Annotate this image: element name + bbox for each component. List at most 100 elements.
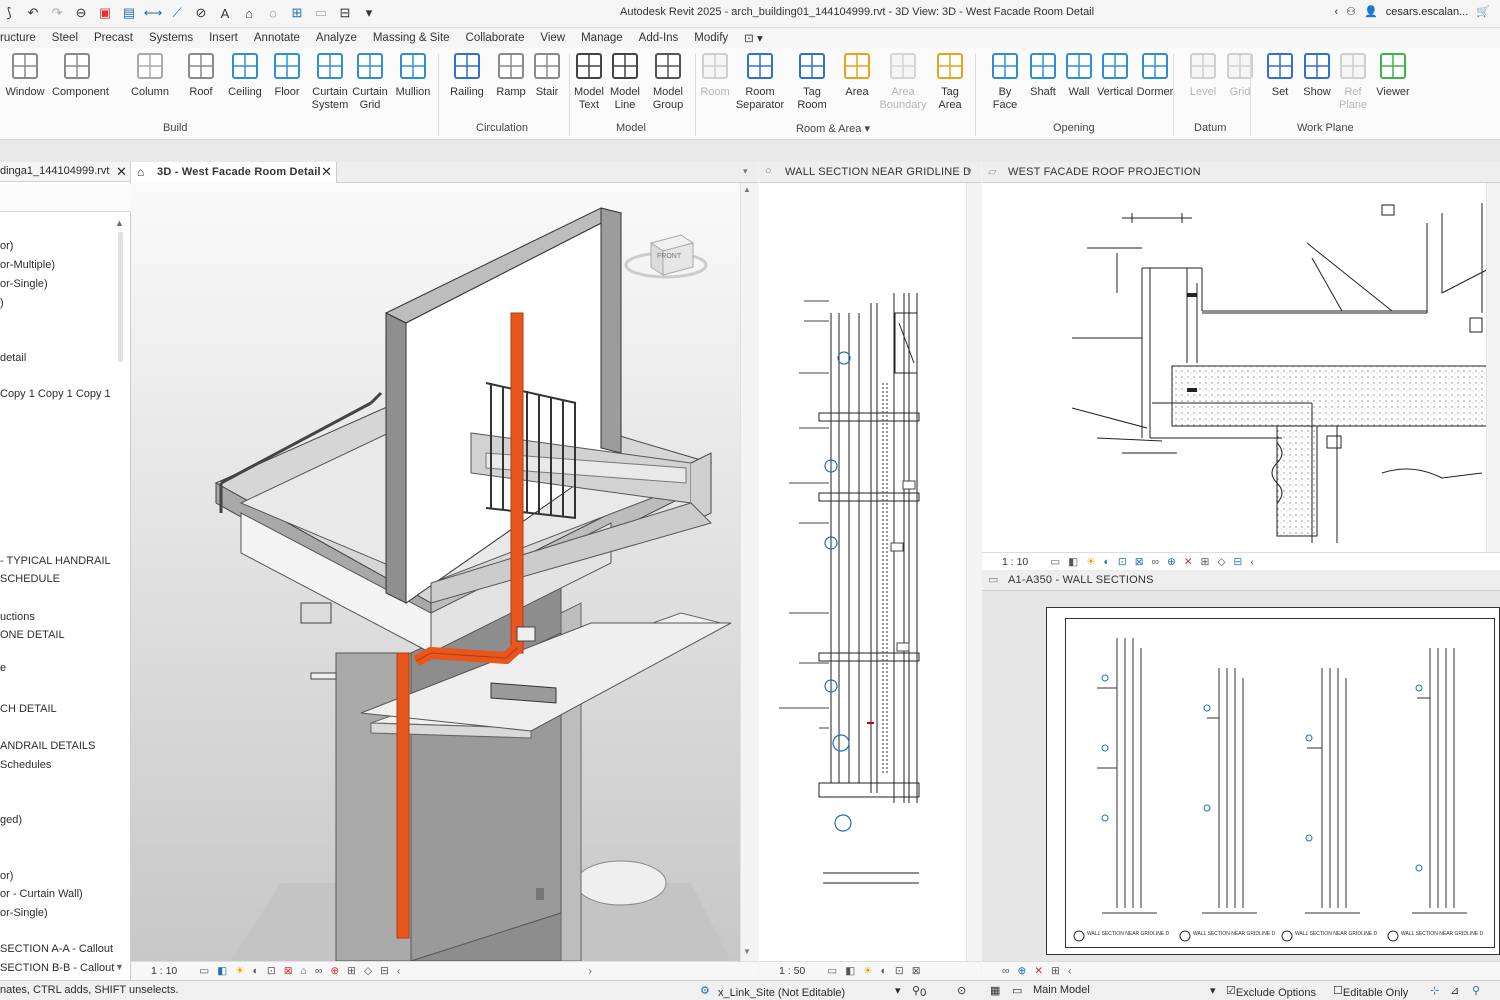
browser-tree-item[interactable]: - TYPICAL HANDRAIL bbox=[0, 555, 111, 567]
wall-section-header[interactable]: ○ WALL SECTION NEAR GRIDLINE D ▾ bbox=[759, 162, 981, 183]
tab-collaborate[interactable]: Collaborate bbox=[458, 32, 533, 44]
wall-section-canvas[interactable] bbox=[759, 183, 966, 961]
browser-tree-item[interactable]: SECTION A-A - Callout bbox=[0, 943, 113, 955]
constraints-icon[interactable]: ⊟ bbox=[380, 965, 389, 977]
browser-scrollbar[interactable] bbox=[118, 232, 123, 362]
window-tile-icon[interactable]: ⊟ bbox=[336, 4, 354, 22]
scroll-left-icon[interactable]: ‹ bbox=[397, 965, 401, 977]
view-menu-icon[interactable]: ▾ bbox=[967, 166, 972, 177]
tab-systems[interactable]: Systems bbox=[141, 32, 201, 44]
area-button[interactable]: Area bbox=[832, 50, 882, 99]
shadows-icon[interactable]: ◐ bbox=[881, 965, 887, 977]
user-icon[interactable]: 👤 bbox=[1364, 5, 1378, 18]
browser-tree-item[interactable]: CH DETAIL bbox=[0, 703, 57, 715]
browser-tree-item[interactable]: ANDRAIL DETAILS bbox=[0, 740, 95, 752]
analytical-icon[interactable]: ⊞ bbox=[1051, 965, 1060, 977]
browser-tree-item[interactable]: uctions bbox=[0, 611, 35, 623]
show-crop-icon[interactable]: ⊠ bbox=[912, 965, 921, 977]
close-icon[interactable]: ✕ bbox=[116, 164, 127, 180]
reveal-hidden-icon[interactable]: ⊕ bbox=[330, 965, 339, 977]
worksharing-icon[interactable]: ⊞ bbox=[347, 965, 356, 977]
sheet-canvas[interactable]: WALL SECTION NEAR GRIDLINE D WALL SECTIO… bbox=[982, 591, 1500, 961]
visual-style-icon[interactable]: ◧ bbox=[845, 965, 855, 977]
view-cube[interactable]: FRONT bbox=[621, 223, 711, 283]
save-icon[interactable]: ▣ bbox=[96, 4, 114, 22]
browser-search-area[interactable] bbox=[0, 184, 131, 212]
scale-value[interactable]: 1 : 50 bbox=[779, 965, 805, 977]
close-tab-icon[interactable]: ✕ bbox=[321, 164, 332, 180]
browser-tree-item[interactable]: detail bbox=[0, 352, 26, 364]
tab-modify[interactable]: Modify bbox=[686, 32, 736, 44]
crop-view-icon[interactable]: ⊡ bbox=[895, 965, 904, 977]
browser-tree-item[interactable]: or-Multiple) bbox=[0, 259, 55, 271]
temp-hide-icon[interactable]: ∞ bbox=[315, 965, 323, 977]
redo-icon[interactable]: ↷ bbox=[48, 4, 66, 22]
select-underlay-icon[interactable]: ⊿ bbox=[1450, 984, 1459, 997]
vertical-scrollbar[interactable] bbox=[966, 183, 980, 961]
main-model-icon[interactable]: ▭ bbox=[1012, 984, 1022, 997]
main-model-selector[interactable]: Main Model bbox=[1033, 984, 1090, 996]
editable-only-checkbox[interactable]: ☐ Editable Only bbox=[1333, 984, 1408, 999]
dropdown-icon[interactable]: ▾ bbox=[360, 4, 378, 22]
roof-button[interactable]: Roof bbox=[176, 50, 226, 99]
print-icon[interactable]: ▤ bbox=[120, 4, 138, 22]
tag-area-button[interactable]: Tag Area bbox=[925, 50, 975, 112]
chevron-left-icon[interactable]: ‹ bbox=[1335, 6, 1339, 18]
user-name[interactable]: cesars.escalan... bbox=[1386, 6, 1469, 18]
detail-level-icon[interactable]: ▭ bbox=[199, 965, 209, 977]
worksharing-icon[interactable]: ⊞ bbox=[1201, 556, 1210, 568]
scale-value[interactable]: 1 : 10 bbox=[151, 965, 177, 977]
component-button[interactable]: Component bbox=[52, 50, 109, 99]
lock-view-icon[interactable]: ⌂ bbox=[301, 965, 307, 977]
sun-path-icon[interactable]: ☀ bbox=[863, 965, 872, 977]
browser-tree-item[interactable]: Copy 1 Copy 1 Copy 1 bbox=[0, 388, 111, 400]
lock-view-icon[interactable]: ∞ bbox=[1152, 556, 1160, 568]
crop-view-icon[interactable]: ⊡ bbox=[267, 965, 276, 977]
browser-tree-item[interactable]: ONE DETAIL bbox=[0, 629, 65, 641]
browser-tree-item[interactable]: or) bbox=[0, 870, 13, 882]
model-group-button[interactable]: Model Group bbox=[643, 50, 693, 112]
sync-icon[interactable]: ⊖ bbox=[72, 4, 90, 22]
browser-tree-item[interactable]: or) bbox=[0, 240, 13, 252]
detail-level-icon[interactable]: ▭ bbox=[1050, 556, 1060, 568]
reveal-hidden-icon[interactable]: ⊕ bbox=[1018, 965, 1027, 977]
sun-path-icon[interactable]: ☀ bbox=[235, 965, 244, 977]
visibility-icon[interactable]: ⊘ bbox=[192, 4, 210, 22]
visual-style-icon[interactable]: ◧ bbox=[217, 965, 227, 977]
roof-projection-canvas[interactable] bbox=[982, 183, 1500, 552]
worksharing-icon[interactable]: ✕ bbox=[1034, 965, 1043, 977]
sheet-view-label[interactable]: WALL SECTION NEAR GRIDLINE D bbox=[1193, 931, 1275, 937]
views-icon[interactable]: ⊞ bbox=[288, 4, 306, 22]
browser-tree-item[interactable]: or-Single) bbox=[0, 907, 48, 919]
panel-room-area[interactable]: Room & Area ▾ bbox=[796, 122, 870, 135]
scroll-up-icon[interactable]: ▲ bbox=[743, 185, 751, 194]
room-button[interactable]: Room bbox=[690, 50, 740, 99]
binoculars-icon[interactable]: ⚇ bbox=[1346, 5, 1356, 18]
tab-manage[interactable]: Manage bbox=[573, 32, 631, 44]
sheet-view-label[interactable]: WALL SECTION NEAR GRIDLINE D bbox=[1401, 931, 1483, 937]
workset-dropdown-icon[interactable]: ▾ bbox=[895, 984, 901, 997]
railing-button[interactable]: Railing bbox=[442, 50, 492, 99]
exclude-options-checkbox[interactable]: ☑ Exclude Options bbox=[1226, 984, 1316, 999]
show-crop-icon[interactable]: ⊠ bbox=[284, 965, 293, 977]
sheet-view-header[interactable]: ▭ A1-A350 - WALL SECTIONS bbox=[982, 570, 1500, 591]
shadows-icon[interactable]: ◐ bbox=[1104, 556, 1110, 568]
dropdown-arrow-icon[interactable]: ▾ bbox=[864, 123, 870, 135]
scroll-down-icon[interactable]: ▼ bbox=[115, 962, 124, 972]
close-hidden-icon[interactable]: ▭ bbox=[312, 4, 330, 22]
browser-tree-item[interactable]: Schedules bbox=[0, 759, 51, 771]
area-boundary-button[interactable]: Area Boundary bbox=[878, 50, 928, 112]
vertical-scrollbar[interactable] bbox=[1486, 183, 1500, 552]
cart-icon[interactable]: 🛒 bbox=[1476, 5, 1490, 18]
shadows-icon[interactable]: ◐ bbox=[253, 965, 259, 977]
temp-hide-icon[interactable]: ∞ bbox=[1002, 965, 1010, 977]
tab-view[interactable]: View bbox=[532, 32, 573, 44]
design-option-set-icon[interactable]: ▦ bbox=[990, 984, 1000, 997]
browser-tree-item[interactable]: e bbox=[0, 662, 6, 674]
scroll-up-icon[interactable]: ▲ bbox=[115, 218, 124, 228]
crop-view-icon[interactable]: ⊡ bbox=[1118, 556, 1127, 568]
tab-insert[interactable]: Insert bbox=[201, 32, 246, 44]
scroll-down-icon[interactable]: ▼ bbox=[743, 947, 751, 956]
tab-analyze[interactable]: Analyze bbox=[308, 32, 365, 44]
select-pinned-icon[interactable]: ⚲ bbox=[1472, 984, 1480, 997]
